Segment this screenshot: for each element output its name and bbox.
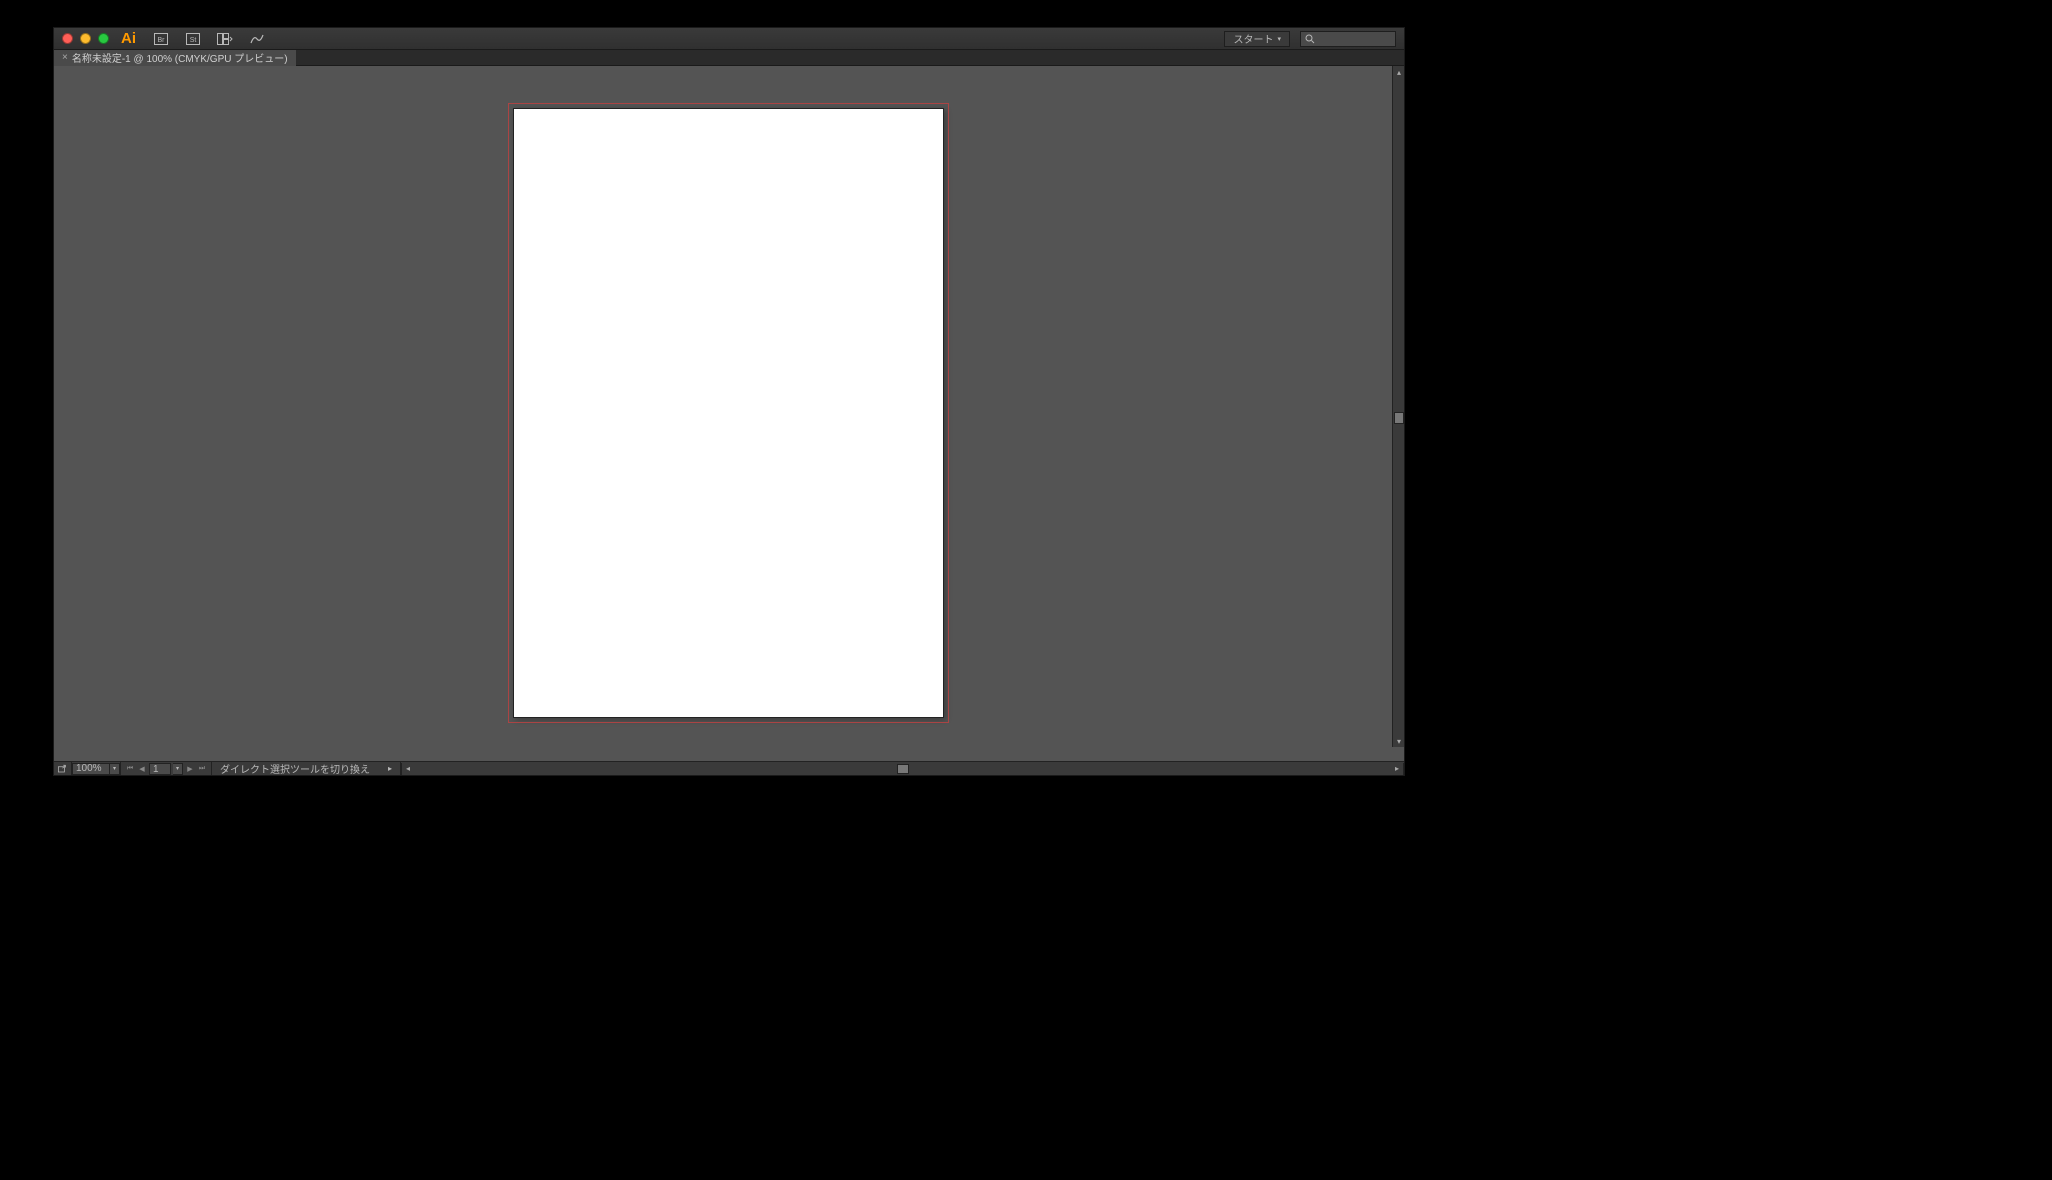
close-tab-icon[interactable]: ×	[62, 52, 68, 63]
scroll-down-arrow-icon[interactable]: ▾	[1393, 735, 1404, 747]
top-toolbar: Br St	[152, 31, 266, 47]
titlebar: Ai Br St スタート ▾	[54, 28, 1404, 50]
scroll-right-arrow-icon[interactable]: ▸	[1391, 763, 1403, 775]
window-controls	[62, 33, 109, 44]
export-icon[interactable]	[54, 762, 72, 775]
document-tab[interactable]: × 名称未設定-1 @ 100% (CMYK/GPU プレビュー)	[54, 50, 296, 66]
search-icon	[1305, 34, 1315, 44]
maximize-button[interactable]	[98, 33, 109, 44]
close-button[interactable]	[62, 33, 73, 44]
stock-icon[interactable]: St	[184, 31, 202, 47]
bridge-icon[interactable]: Br	[152, 31, 170, 47]
horizontal-scrollbar[interactable]: ◂ ▸	[401, 763, 1404, 775]
titlebar-right: スタート ▾	[1224, 31, 1396, 47]
gpu-icon[interactable]	[248, 31, 266, 47]
status-bar: 100% ▾ ⏮ ◀ 1 ▾ ▶ ⏭ ダイレクト選択ツールを切り換え ▸ ◂ ▸	[54, 761, 1404, 775]
artboard-nav: ⏮ ◀ 1 ▾ ▶ ⏭	[121, 762, 212, 775]
zoom-control: 100% ▾	[72, 762, 121, 775]
tab-title: 名称未設定-1 @ 100% (CMYK/GPU プレビュー)	[72, 50, 288, 65]
vertical-scrollbar[interactable]: ▴ ▾	[1392, 66, 1404, 747]
last-artboard-icon[interactable]: ⏭	[197, 765, 207, 773]
first-artboard-icon[interactable]: ⏮	[125, 765, 135, 773]
tab-strip: × 名称未設定-1 @ 100% (CMYK/GPU プレビュー)	[54, 50, 1404, 66]
illustrator-window: Ai Br St スタート ▾ ×	[53, 27, 1405, 776]
svg-text:Br: Br	[158, 37, 166, 44]
start-label: スタート	[1233, 31, 1273, 46]
bleed-guide	[508, 103, 949, 723]
zoom-dropdown-icon[interactable]: ▾	[110, 763, 120, 775]
svg-text:St: St	[190, 37, 197, 44]
scroll-left-arrow-icon[interactable]: ◂	[402, 763, 414, 775]
horizontal-scroll-thumb[interactable]	[897, 764, 909, 774]
chevron-down-icon: ▾	[1277, 35, 1281, 43]
vertical-scroll-thumb[interactable]	[1394, 412, 1404, 424]
artboard-number-input[interactable]: 1	[149, 763, 171, 775]
zoom-input[interactable]: 100%	[72, 763, 110, 775]
canvas-area[interactable]: ▴ ▾	[54, 66, 1404, 761]
next-artboard-icon[interactable]: ▶	[185, 765, 195, 773]
chevron-right-icon[interactable]: ▸	[388, 764, 392, 773]
artboard-container	[513, 108, 944, 718]
scroll-up-arrow-icon[interactable]: ▴	[1393, 66, 1404, 78]
artboard-dropdown-icon[interactable]: ▾	[173, 763, 183, 775]
start-workspace-button[interactable]: スタート ▾	[1224, 31, 1290, 47]
app-logo: Ai	[121, 30, 136, 47]
search-input[interactable]	[1300, 31, 1396, 47]
tool-hint: ダイレクト選択ツールを切り換え ▸	[212, 762, 401, 775]
minimize-button[interactable]	[80, 33, 91, 44]
prev-artboard-icon[interactable]: ◀	[137, 765, 147, 773]
arrange-documents-icon[interactable]	[216, 31, 234, 47]
